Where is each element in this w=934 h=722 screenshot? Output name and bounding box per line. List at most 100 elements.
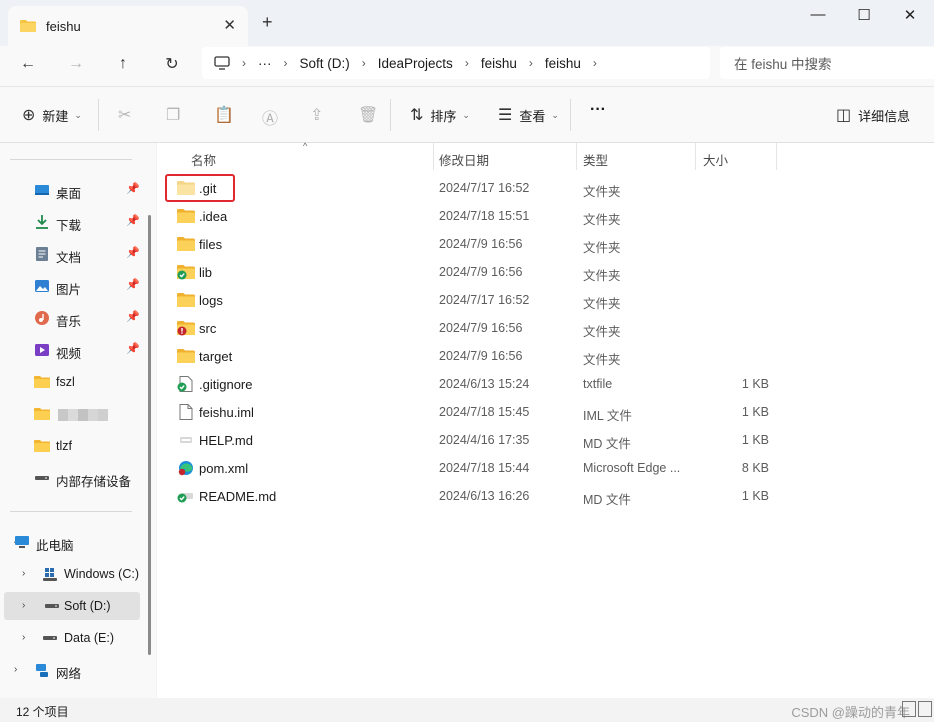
sidebar-item-desktop[interactable]: 桌面 📌	[0, 176, 142, 204]
rename-button[interactable]: Ⓐ	[262, 105, 285, 129]
folder-icon	[177, 236, 195, 252]
breadcrumb-ideaprojects[interactable]: IdeaProjects	[378, 56, 453, 71]
file-date: 2024/4/16 17:35	[439, 433, 530, 447]
chevron-right-icon[interactable]: ›	[593, 56, 597, 70]
sidebar-item-pictures[interactable]: 图片 📌	[0, 272, 142, 300]
up-button[interactable]: ↑	[111, 52, 135, 76]
details-view-icon[interactable]	[902, 701, 916, 717]
sort-button[interactable]: ⇅ 排序 ⌄	[410, 105, 470, 125]
chevron-right-icon[interactable]: ›	[465, 56, 469, 70]
cut-button[interactable]: ✂	[118, 105, 138, 125]
table-row[interactable]: files 2024/7/9 16:56 文件夹	[157, 230, 934, 258]
refresh-button[interactable]: ↻	[160, 52, 184, 76]
pin-icon[interactable]: 📌	[126, 246, 140, 259]
pin-icon[interactable]: 📌	[126, 310, 140, 323]
back-button[interactable]: ←	[16, 52, 40, 76]
item-count: 12 个项目	[16, 705, 69, 719]
sidebar-item-internal-storage[interactable]: 内部存储设备	[0, 464, 142, 492]
sidebar-item-this-pc[interactable]: 此电脑	[0, 528, 122, 556]
this-pc-icon[interactable]	[214, 56, 230, 70]
pin-icon[interactable]: 📌	[126, 278, 140, 291]
videos-icon	[35, 344, 49, 356]
column-divider[interactable]	[695, 143, 696, 170]
breadcrumb-feishu[interactable]: feishu	[481, 56, 517, 71]
table-row[interactable]: .gitignore 2024/6/13 15:24 txtfile 1 KB	[157, 370, 934, 398]
close-window-button[interactable]: ✕	[900, 6, 920, 24]
tab-feishu[interactable]: feishu ✕	[8, 6, 248, 46]
chevron-right-icon[interactable]: ›	[22, 600, 25, 611]
tiles-view-icon[interactable]	[918, 701, 932, 717]
more-options-button[interactable]: ···	[590, 101, 606, 119]
table-row[interactable]: .git 2024/7/17 16:52 文件夹	[157, 174, 934, 202]
sidebar-item-windows-c[interactable]: Windows (C:)	[8, 560, 150, 588]
sidebar-item-downloads[interactable]: 下载 📌	[0, 208, 142, 236]
address-bar[interactable]: › ··· › Soft (D:) › IdeaProjects › feish…	[202, 47, 710, 79]
redacted-label	[58, 409, 108, 421]
table-row[interactable]: HELP.md 2024/4/16 17:35 MD 文件 1 KB	[157, 426, 934, 454]
column-divider[interactable]	[576, 143, 577, 170]
sidebar-item-videos[interactable]: 视频 📌	[0, 336, 142, 364]
search-input[interactable]: 在 feishu 中搜索	[720, 47, 934, 79]
documents-icon	[36, 247, 48, 261]
file-name: README.md	[199, 489, 277, 504]
tab-title: feishu	[46, 18, 81, 34]
sidebar-item-soft-d[interactable]: › Soft (D:)	[4, 592, 140, 620]
sidebar-scrollbar[interactable]	[148, 215, 151, 655]
details-button[interactable]: ◫ 详细信息	[836, 105, 910, 125]
view-button[interactable]: ☰ 查看 ⌄	[498, 105, 559, 125]
column-header-size[interactable]: 大小	[703, 143, 728, 171]
sidebar-item-network[interactable]: 网络	[0, 656, 142, 684]
table-row[interactable]: src 2024/7/9 16:56 文件夹	[157, 314, 934, 342]
breadcrumb-soft-d[interactable]: Soft (D:)	[300, 56, 350, 71]
column-header-type[interactable]: 类型	[583, 143, 608, 171]
table-row[interactable]: logs 2024/7/17 16:52 文件夹	[157, 286, 934, 314]
file-name: target	[199, 349, 233, 364]
file-size: 1 KB	[741, 377, 769, 391]
trash-icon: 🗑	[358, 107, 379, 124]
pin-icon[interactable]: 📌	[126, 214, 140, 227]
table-row[interactable]: pom.xml 2024/7/18 15:44 Microsoft Edge ...…	[157, 454, 934, 482]
sidebar-item-fszl[interactable]: fszl	[0, 368, 142, 396]
minimize-button[interactable]: —	[808, 6, 828, 23]
copy-button[interactable]: ❐	[166, 105, 187, 125]
table-row[interactable]: lib 2024/7/9 16:56 文件夹	[157, 258, 934, 286]
file-name: files	[199, 237, 223, 252]
new-tab-button[interactable]: +	[262, 12, 273, 33]
pin-icon[interactable]: 📌	[126, 342, 140, 355]
sidebar-item-data-e[interactable]: Data (E:)	[8, 624, 150, 652]
drive-icon	[43, 636, 57, 640]
maximize-button[interactable]: ☐	[854, 6, 874, 24]
tab-close-icon[interactable]: ✕	[223, 16, 236, 34]
table-row[interactable]: target 2024/7/9 16:56 文件夹	[157, 342, 934, 370]
delete-button[interactable]: 🗑	[358, 105, 385, 125]
sidebar-item-redacted[interactable]	[0, 400, 142, 428]
forward-button[interactable]: →	[64, 52, 88, 76]
column-header-date[interactable]: 修改日期	[439, 143, 489, 171]
pictures-icon	[35, 280, 49, 292]
chevron-right-icon[interactable]: ›	[529, 56, 533, 70]
chevron-right-icon[interactable]: ›	[242, 56, 246, 70]
table-row[interactable]: .idea 2024/7/18 15:51 文件夹	[157, 202, 934, 230]
column-header-name[interactable]: 名称	[191, 143, 216, 171]
view-label: 查看	[519, 108, 546, 124]
breadcrumb-feishu-current[interactable]: feishu	[545, 56, 581, 71]
share-button[interactable]: ⇪	[310, 105, 330, 125]
column-divider[interactable]	[433, 143, 434, 170]
md-file-icon	[177, 432, 195, 448]
chevron-right-icon[interactable]: ›	[362, 56, 366, 70]
table-row[interactable]: README.md 2024/6/13 16:26 MD 文件 1 KB	[157, 482, 934, 510]
title-bar: feishu ✕ + — ☐ ✕	[0, 0, 934, 46]
table-row[interactable]: feishu.iml 2024/7/18 15:45 IML 文件 1 KB	[157, 398, 934, 426]
folder-icon	[177, 208, 195, 224]
breadcrumb-overflow[interactable]: ···	[258, 56, 272, 71]
file-icon	[177, 404, 195, 420]
sidebar-item-tlzf[interactable]: tlzf	[0, 432, 142, 460]
new-button[interactable]: ⊕ 新建 ⌄	[22, 105, 82, 125]
pin-icon[interactable]: 📌	[126, 182, 140, 195]
view-toggle[interactable]	[902, 701, 932, 717]
sidebar-item-music[interactable]: 音乐 📌	[0, 304, 142, 332]
chevron-right-icon[interactable]: ›	[284, 56, 288, 70]
column-divider[interactable]	[776, 143, 777, 170]
sidebar-item-documents[interactable]: 文档 📌	[0, 240, 142, 268]
paste-button[interactable]: 📋	[214, 105, 241, 125]
